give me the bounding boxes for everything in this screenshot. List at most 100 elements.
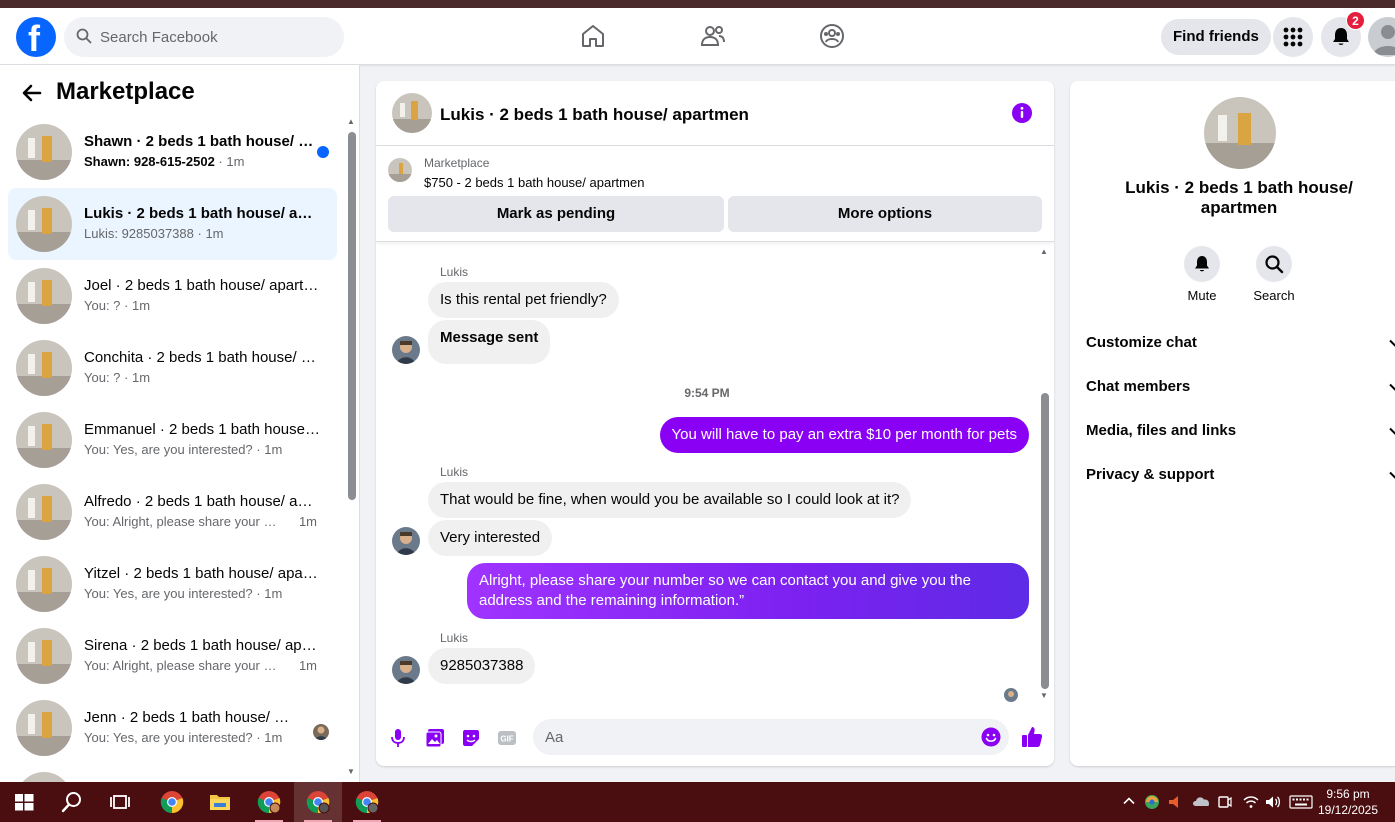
media-files-links-section[interactable]: Media, files and links <box>1086 409 1395 453</box>
chrome-taskbar-app[interactable] <box>148 782 196 822</box>
incoming-message[interactable]: 9285037388 <box>428 648 536 684</box>
conversation-preview: Shawn: 928-615-2502 · 1m <box>84 154 245 169</box>
sender-avatar[interactable] <box>392 527 420 555</box>
search-icon <box>1265 255 1284 274</box>
conversation-item[interactable]: Sirena · 2 beds 1 bath house/ apartmen Y… <box>8 620 337 692</box>
emoji-icon[interactable] <box>981 727 1001 747</box>
listing-thumbnail <box>16 772 72 782</box>
sidebar-scrollbar[interactable] <box>348 132 356 500</box>
conversation-item[interactable]: Shawn · 2 beds 1 bath house/ apartmen Sh… <box>8 116 337 188</box>
volume-icon[interactable] <box>1265 794 1281 810</box>
message-input[interactable] <box>533 719 1009 755</box>
conversation-item[interactable]: Yitzel · 2 beds 1 bath house/ apartmen Y… <box>8 548 337 620</box>
chrome-profile-taskbar-app[interactable] <box>343 782 391 822</box>
seen-avatar <box>313 724 329 740</box>
listing-thumbnail <box>16 700 72 756</box>
incoming-message[interactable]: That would be fine, when would you be av… <box>428 482 912 518</box>
back-arrow-icon[interactable] <box>20 81 44 105</box>
speaker-app-tray-icon[interactable] <box>1167 794 1181 810</box>
system-clock[interactable]: 9:56 pm 19/12/2025 <box>1316 786 1380 818</box>
conversation-item[interactable]: Alfredo · 2 beds 1 bath house/ apartmen … <box>8 476 337 548</box>
chat-scrollbar[interactable] <box>1041 393 1049 689</box>
conversation-item-active[interactable]: Lukis · 2 beds 1 bath house/ apartmen Lu… <box>8 188 337 260</box>
profile-avatar[interactable] <box>1368 17 1395 57</box>
facebook-logo-icon[interactable]: f <box>16 17 56 59</box>
conversation-item[interactable]: Conchita · 2 beds 1 bath house/ apartmen… <box>8 332 337 404</box>
task-view-button[interactable] <box>96 782 144 822</box>
gif-icon[interactable]: GIF <box>497 728 517 748</box>
listing-thumbnail[interactable] <box>388 158 412 182</box>
conversation-item[interactable]: Joel · 2 beds 1 bath house/ apartmen You… <box>8 260 337 332</box>
info-icon[interactable] <box>1011 102 1033 124</box>
menu-button[interactable] <box>1273 17 1313 57</box>
customize-chat-section[interactable]: Customize chat <box>1086 321 1395 365</box>
sender-avatar[interactable] <box>392 656 420 684</box>
scroll-down-arrow[interactable]: ▼ <box>347 767 355 776</box>
chat-listing-thumbnail[interactable] <box>392 93 432 133</box>
outgoing-message[interactable]: You will have to pay an extra $10 per mo… <box>659 417 1029 453</box>
incoming-message[interactable]: Message sent <box>428 320 551 364</box>
conversation-item[interactable]: Jenn · 2 beds 1 bath house/ apartmen You… <box>8 692 337 764</box>
chrome-profile-taskbar-app-active[interactable] <box>294 782 342 822</box>
chrome-icon <box>355 791 379 814</box>
scroll-up-arrow[interactable]: ▲ <box>347 117 355 126</box>
mute-action[interactable]: Mute <box>1172 246 1232 303</box>
chat-title[interactable]: Lukis · 2 beds 1 bath house/ apartmen <box>440 105 749 125</box>
mark-as-pending-button[interactable]: Mark as pending <box>388 196 724 232</box>
conversation-name: Emmanuel · 2 beds 1 bath house/ apartmen <box>84 421 320 438</box>
windows-logo-icon <box>15 794 34 811</box>
thumbs-up-icon[interactable] <box>1020 725 1044 749</box>
keyboard-icon[interactable] <box>1289 794 1313 810</box>
outgoing-message[interactable]: Alright, please share your number so we … <box>467 563 1029 619</box>
privacy-support-section[interactable]: Privacy & support <box>1086 453 1395 497</box>
more-options-button[interactable]: More options <box>728 196 1042 232</box>
chat-scroll-up-arrow[interactable]: ▲ <box>1040 247 1048 256</box>
chat-details-panel: Lukis · 2 beds 1 bath house/ apartmen Mu… <box>1070 81 1395 766</box>
friends-icon[interactable] <box>699 22 727 50</box>
home-icon[interactable] <box>579 22 607 50</box>
conversation-preview: You: ? · 1m <box>84 370 151 385</box>
listing-banner: Marketplace $750 - 2 beds 1 bath house/ … <box>376 146 1054 242</box>
chat-details-title: Lukis · 2 beds 1 bath house/ apartmen <box>1125 178 1353 217</box>
search-label: Search <box>1253 288 1295 303</box>
conversation-item[interactable]: Emmanuel · 2 beds 1 bath house/ apartmen… <box>8 404 337 476</box>
search-action[interactable]: Search <box>1244 246 1304 303</box>
conversation-item[interactable] <box>8 764 337 782</box>
grid-menu-icon <box>1283 27 1303 47</box>
message-thread: Lukis Is this rental pet friendly? Messa… <box>376 243 1054 708</box>
conversation-name: Sirena · 2 beds 1 bath house/ apartmen <box>84 637 320 654</box>
start-button[interactable] <box>0 782 48 822</box>
sender-name: Lukis <box>440 265 469 279</box>
taskbar-search-button[interactable] <box>48 782 96 822</box>
marketplace-inbox-sidebar: Marketplace Shawn · 2 beds 1 bath house/… <box>0 65 360 782</box>
chrome-profile-taskbar-app[interactable] <box>245 782 293 822</box>
search-input[interactable] <box>100 17 330 57</box>
chevron-up-icon[interactable] <box>1122 794 1136 808</box>
chat-details-thumbnail[interactable] <box>1204 97 1276 169</box>
clock-time: 9:56 pm <box>1326 787 1370 801</box>
color-app-tray-icon[interactable] <box>1144 794 1160 810</box>
incoming-message[interactable]: Is this rental pet friendly? <box>428 282 619 318</box>
chat-scroll-down-arrow[interactable]: ▼ <box>1040 691 1048 700</box>
chat-header: Lukis · 2 beds 1 bath house/ apartmen <box>376 81 1054 146</box>
listing-thumbnail <box>16 556 72 612</box>
meet-now-icon[interactable] <box>1218 794 1232 810</box>
groups-icon[interactable] <box>818 22 846 50</box>
incoming-message[interactable]: Very interested <box>428 520 553 556</box>
chat-members-section[interactable]: Chat members <box>1086 365 1395 409</box>
listing-title[interactable]: $750 - 2 beds 1 bath house/ apartmen <box>424 175 644 190</box>
facebook-topbar: f Find friends 2 <box>0 8 1395 65</box>
conversation-preview: You: Alright, please share your number s… <box>84 514 279 529</box>
sender-avatar[interactable] <box>392 336 420 364</box>
chevron-down-icon <box>1389 427 1395 435</box>
microphone-icon[interactable] <box>390 728 406 748</box>
bell-icon <box>1333 28 1349 45</box>
wifi-icon[interactable] <box>1243 794 1259 810</box>
onedrive-icon[interactable] <box>1191 794 1211 808</box>
file-explorer-taskbar-app[interactable] <box>196 782 244 822</box>
photo-icon[interactable] <box>425 728 445 748</box>
sticker-icon[interactable] <box>461 728 481 748</box>
search-box[interactable] <box>64 17 344 57</box>
unread-indicator <box>317 146 329 158</box>
find-friends-button[interactable]: Find friends <box>1161 19 1271 55</box>
